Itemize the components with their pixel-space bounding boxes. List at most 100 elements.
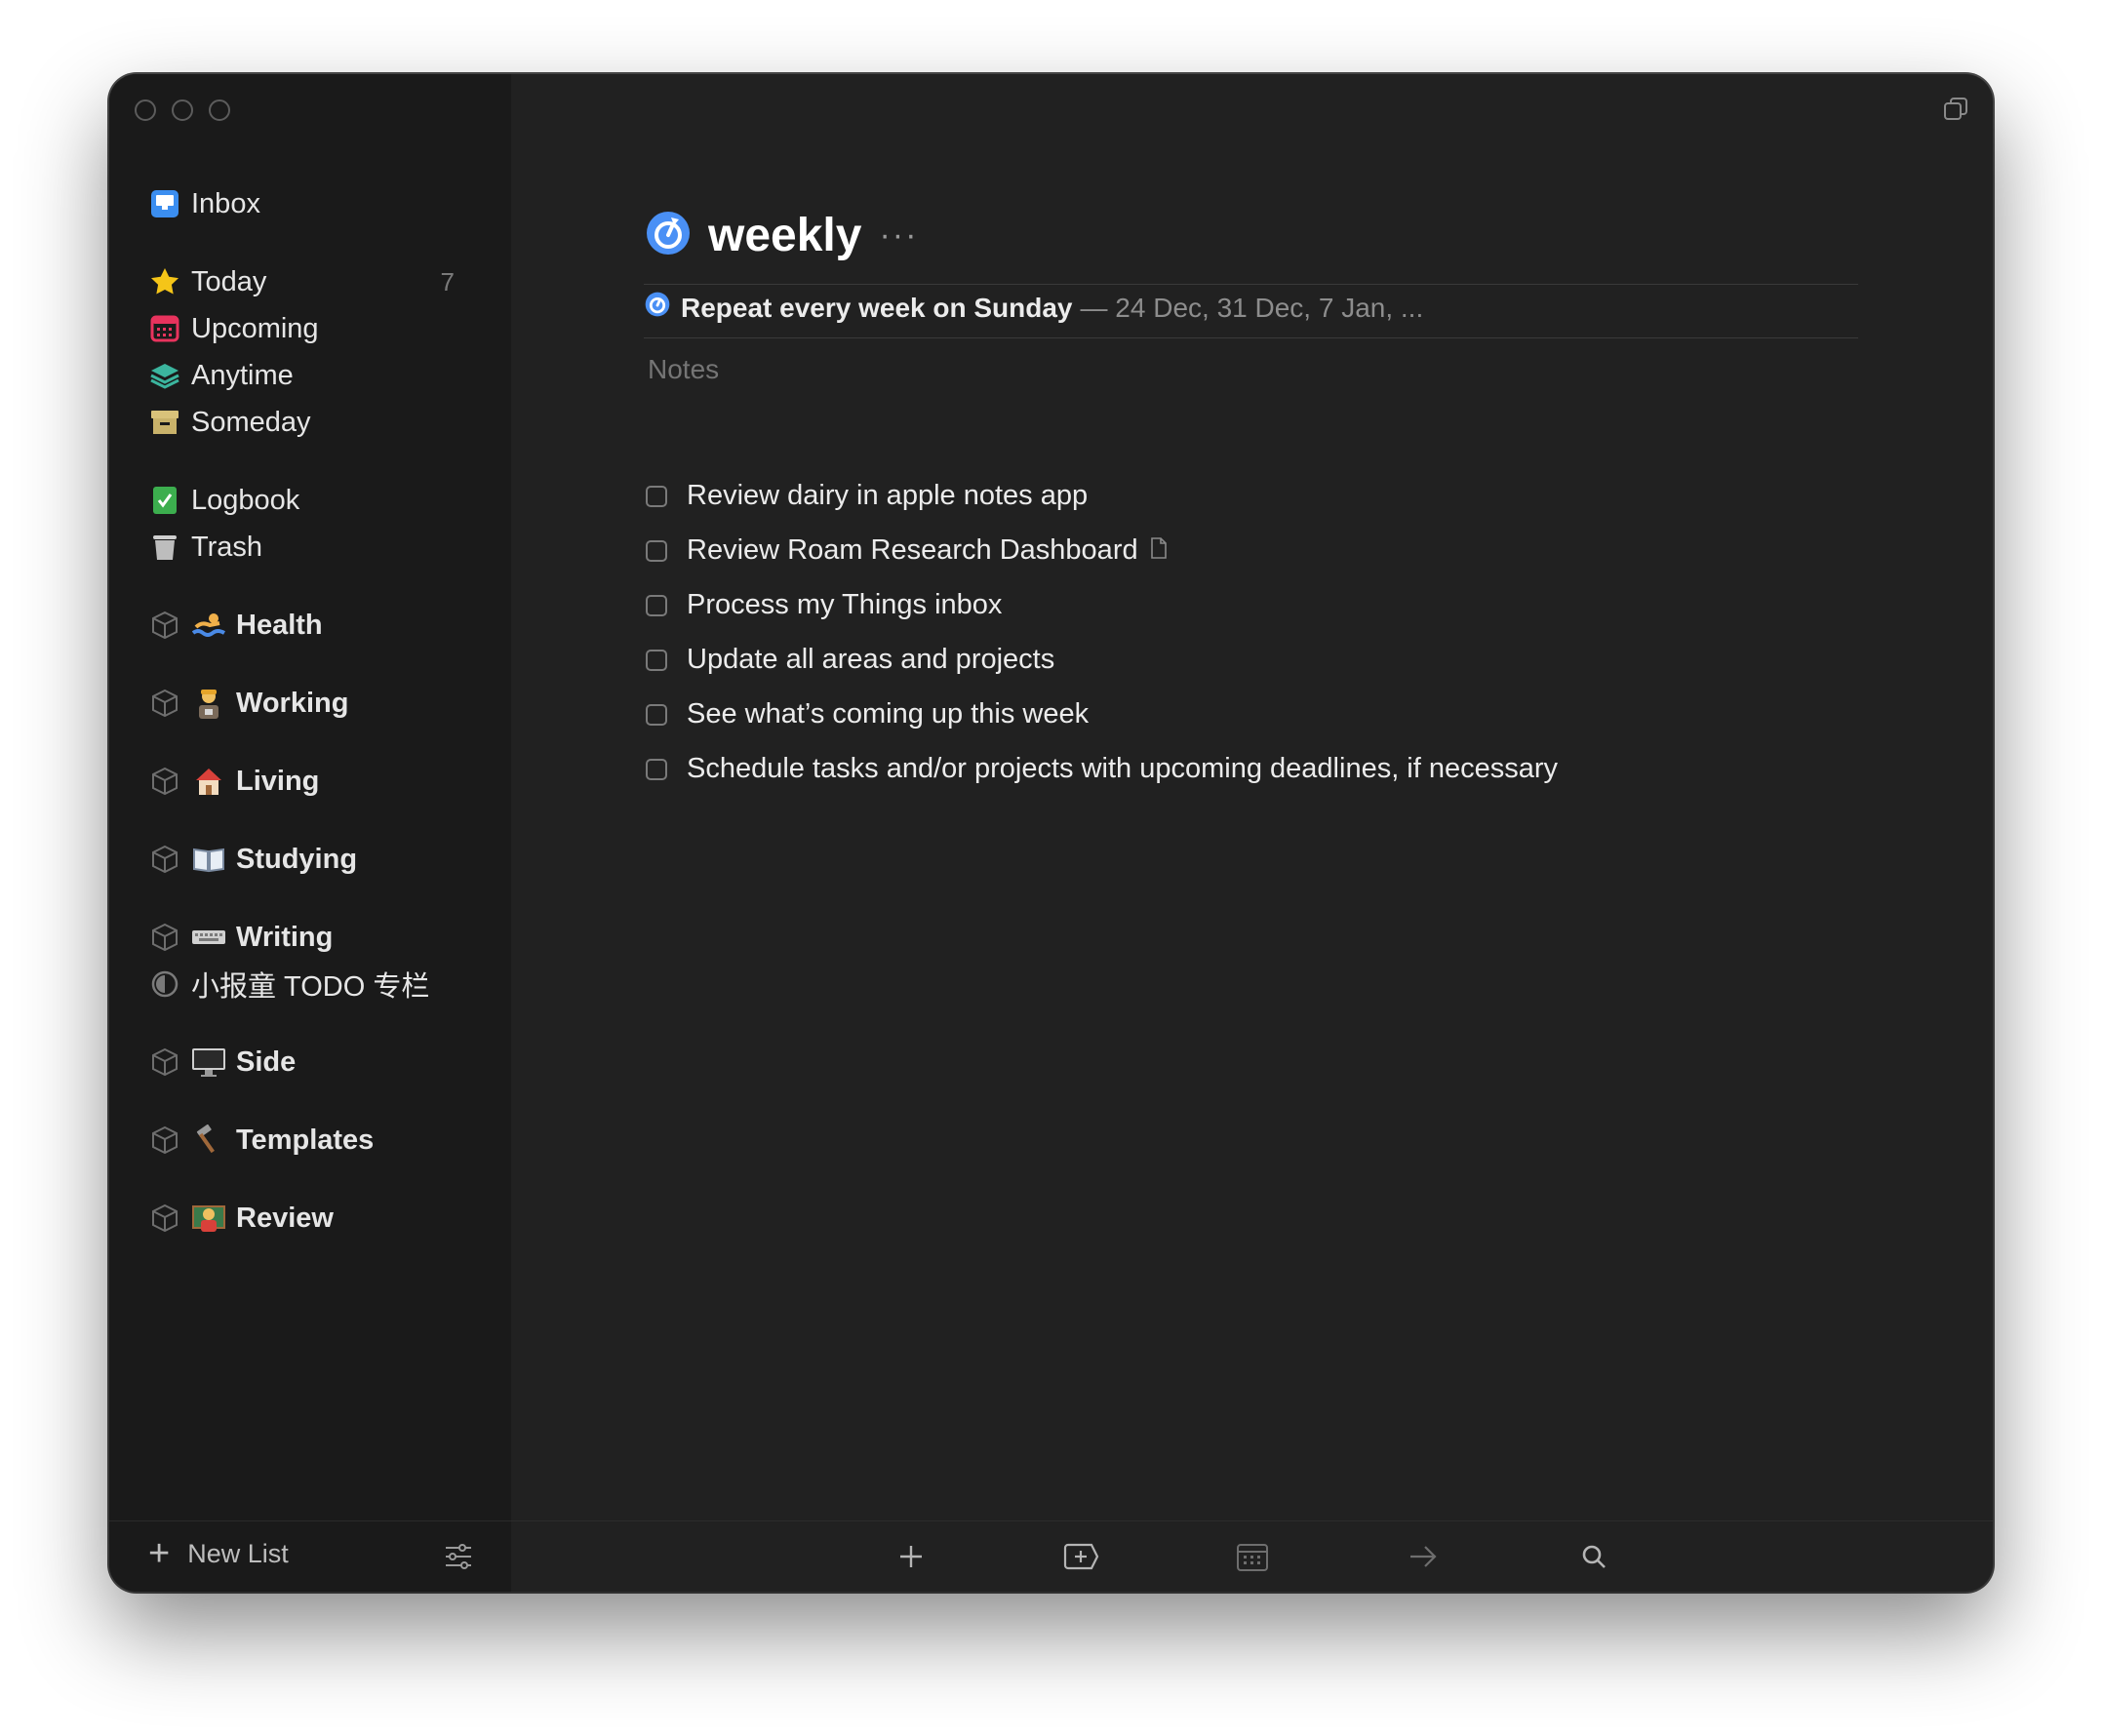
project-progress-icon [148, 967, 181, 1001]
area-label: Templates [236, 1124, 375, 1156]
sidebar-item-label: 小报童 TODO 专栏 [191, 971, 430, 1003]
sidebar-item-label: Someday [191, 406, 311, 438]
repeat-rule-row[interactable]: Repeat every week on Sunday — 24 Dec, 31… [644, 291, 1423, 325]
layers-icon [148, 359, 181, 392]
new-list-button[interactable]: + New List [148, 1535, 289, 1572]
hammer-emoji-icon [191, 1124, 226, 1155]
sidebar-area-working[interactable]: Working [148, 681, 480, 726]
sidebar-area-review[interactable]: Review [148, 1196, 480, 1241]
sidebar-area-studying[interactable]: Studying [148, 837, 480, 882]
task-item[interactable]: Review Roam Research Dashboard [646, 534, 1168, 567]
move-arrow-button[interactable] [1404, 1537, 1443, 1576]
close-window-button[interactable] [135, 99, 156, 121]
worker-emoji-icon [191, 689, 226, 719]
area-cube-icon [148, 609, 181, 642]
window-controls [135, 99, 230, 121]
sidebar-area-living[interactable]: Living [148, 759, 480, 804]
task-title: Review dairy in apple notes app [687, 480, 1089, 511]
sidebar-item-logbook[interactable]: Logbook [148, 478, 480, 523]
sidebar-item-label: Anytime [191, 359, 294, 391]
sidebar: Inbox Today 7 Upcoming Anytime Someday L… [109, 74, 511, 1592]
area-label: Studying [236, 843, 358, 875]
inbox-icon [148, 187, 181, 220]
divider [644, 284, 1858, 285]
star-icon [148, 265, 181, 298]
sidebar-footer: + New List [109, 1520, 511, 1592]
repeat-icon [644, 209, 693, 262]
calendar-icon [148, 312, 181, 345]
repeat-rule-text: Repeat every week on Sunday [681, 292, 1073, 323]
sidebar-item-upcoming[interactable]: Upcoming [148, 306, 480, 351]
teacher-emoji-icon [191, 1203, 226, 1233]
sidebar-item-label: Logbook [191, 484, 300, 516]
area-cube-icon [148, 1202, 181, 1235]
sidebar-project-xiaobaotong[interactable]: 小报童 TODO 专栏 [148, 962, 480, 1006]
sidebar-item-label: Today [191, 265, 267, 297]
area-cube-icon [148, 843, 181, 876]
zoom-window-button[interactable] [209, 99, 230, 121]
area-label: Review [236, 1202, 334, 1234]
area-cube-icon [148, 687, 181, 720]
area-cube-icon [148, 921, 181, 954]
filter-settings-icon[interactable] [443, 1541, 474, 1577]
page-title[interactable]: weekly [708, 209, 861, 262]
archive-box-icon [148, 406, 181, 439]
area-label: Living [236, 765, 320, 797]
plus-icon: + [148, 1533, 171, 1574]
search-icon[interactable] [1574, 1537, 1613, 1576]
task-checkbox[interactable] [646, 594, 667, 616]
project-header: weekly ··· [644, 209, 918, 262]
trash-icon [148, 531, 181, 564]
today-count-badge: 7 [440, 266, 455, 296]
task-title: Process my Things inbox [687, 589, 1003, 620]
repeat-dates-text: — 24 Dec, 31 Dec, 7 Jan, ... [1080, 292, 1424, 323]
when-calendar-button[interactable] [1233, 1537, 1272, 1576]
area-cube-icon [148, 1124, 181, 1157]
divider [644, 337, 1858, 338]
task-item[interactable]: Process my Things inbox [646, 589, 1002, 621]
sidebar-item-label: Inbox [191, 187, 260, 219]
sidebar-item-someday[interactable]: Someday [148, 400, 480, 445]
sidebar-area-templates[interactable]: Templates [148, 1118, 480, 1163]
sidebar-area-health[interactable]: Health [148, 603, 480, 648]
sidebar-item-label: Trash [191, 531, 263, 563]
task-checkbox[interactable] [646, 703, 667, 726]
task-item[interactable]: Update all areas and projects [646, 644, 1054, 676]
sidebar-item-today[interactable]: Today 7 [148, 259, 480, 304]
task-checkbox[interactable] [646, 485, 667, 507]
bottom-toolbar [511, 1520, 1993, 1592]
duplicate-window-icon[interactable] [1942, 96, 1969, 128]
task-title: Review Roam Research Dashboard [687, 534, 1138, 566]
book-emoji-icon [191, 845, 226, 874]
minimize-window-button[interactable] [172, 99, 193, 121]
sidebar-area-side[interactable]: Side [148, 1040, 480, 1085]
notes-input[interactable] [646, 353, 1430, 386]
area-label: Side [236, 1046, 297, 1078]
task-item[interactable]: Schedule tasks and/or projects with upco… [646, 753, 1558, 785]
area-label: Writing [236, 921, 334, 953]
add-heading-button[interactable] [1062, 1537, 1101, 1576]
task-item[interactable]: Review dairy in apple notes app [646, 480, 1088, 512]
sidebar-item-anytime[interactable]: Anytime [148, 353, 480, 398]
more-options-icon[interactable]: ··· [879, 217, 918, 255]
add-todo-button[interactable] [892, 1537, 931, 1576]
swimmer-emoji-icon [191, 611, 226, 640]
sidebar-item-inbox[interactable]: Inbox [148, 181, 480, 226]
app-window: Inbox Today 7 Upcoming Anytime Someday L… [109, 74, 1993, 1592]
task-title: Update all areas and projects [687, 644, 1055, 675]
task-checkbox[interactable] [646, 539, 667, 562]
sidebar-area-writing[interactable]: Writing [148, 915, 480, 960]
task-item[interactable]: See what’s coming up this week [646, 698, 1089, 730]
task-title: See what’s coming up this week [687, 698, 1090, 730]
task-checkbox[interactable] [646, 649, 667, 671]
logbook-check-icon [148, 484, 181, 517]
note-icon [1150, 534, 1168, 567]
task-title: Schedule tasks and/or projects with upco… [687, 753, 1559, 784]
task-checkbox[interactable] [646, 758, 667, 780]
sidebar-item-label: Upcoming [191, 312, 319, 344]
area-label: Working [236, 687, 349, 719]
sidebar-item-trash[interactable]: Trash [148, 525, 480, 570]
keyboard-emoji-icon [191, 923, 226, 952]
main-content: weekly ··· Repeat every week on Sunday —… [511, 74, 1993, 1592]
repeat-small-icon [644, 291, 671, 325]
